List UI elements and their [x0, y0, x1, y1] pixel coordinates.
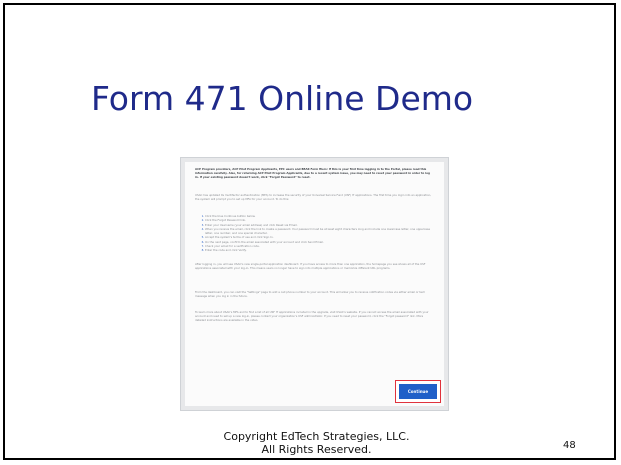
slide-title: Form 471 Online Demo	[91, 79, 474, 118]
settings-paragraph: From the dashboard, you can visit the "S…	[195, 290, 425, 299]
slide-frame: Form 471 Online Demo ACP Program provide…	[3, 3, 616, 460]
mfa-paragraph: USAC has updated its multifactor authent…	[195, 193, 432, 202]
continue-button[interactable]: Continue	[399, 384, 437, 399]
continue-highlight: Continue	[395, 380, 441, 403]
intro-paragraph: ACP Program providers, ACP Pilot Program…	[195, 167, 430, 180]
dashboard-paragraph: After logging in, you will see USAC's ne…	[195, 262, 426, 271]
copyright-notice: Copyright EdTech Strategies, LLC. All Ri…	[205, 430, 428, 456]
setup-steps-list: Click the blue Continue button below. Cl…	[199, 214, 434, 253]
page-number: 48	[563, 440, 576, 451]
copyright-line: Copyright EdTech Strategies, LLC.	[223, 430, 410, 443]
embedded-screenshot: ACP Program providers, ACP Pilot Program…	[180, 157, 449, 411]
login-info-panel: ACP Program providers, ACP Pilot Program…	[185, 162, 444, 406]
list-item: Enter the code and click Verify.	[205, 248, 434, 252]
rights-line: All Rights Reserved.	[261, 443, 372, 456]
learn-more-paragraph: To learn more about USAC's MFA and to fi…	[195, 310, 429, 323]
list-item: When you receive the email, click the li…	[205, 227, 434, 236]
